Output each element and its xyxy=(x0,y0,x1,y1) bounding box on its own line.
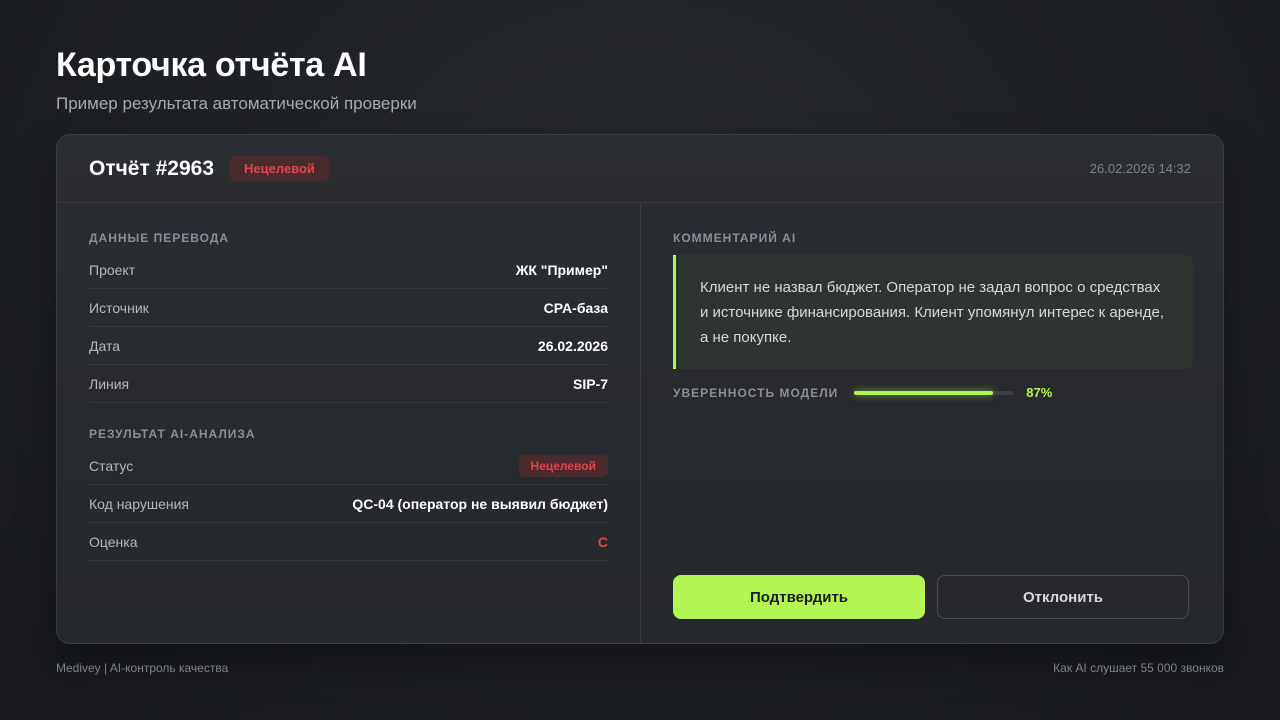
transfer-section-label: Данные перевода xyxy=(89,231,230,245)
table-row: Проект ЖК "Пример" xyxy=(89,251,608,289)
row-value-grade: C xyxy=(597,533,608,550)
table-row: Статус Нецелевой xyxy=(89,447,608,485)
comment-text: Клиент не назвал бюджет. Оператор не зад… xyxy=(700,279,1164,346)
row-value-violation: QC-04 (оператор не выявил бюджет) xyxy=(352,495,608,512)
footer-brand: Medivey | AI-контроль качества xyxy=(56,661,229,675)
row-label-violation: Код нарушения xyxy=(89,495,189,512)
action-buttons: Подтвердить Отклонить xyxy=(673,575,1189,619)
table-row: Источник CPA-база xyxy=(89,289,608,327)
row-value-project: ЖК "Пример" xyxy=(515,261,608,278)
confidence-value: 87% xyxy=(1026,385,1053,400)
analysis-list: Статус Нецелевой Код нарушения QC-04 (оп… xyxy=(89,447,608,561)
row-label-date: Дата xyxy=(89,337,121,354)
row-label-source: Источник xyxy=(89,299,149,316)
row-value-source: CPA-база xyxy=(543,299,608,316)
confidence-row: УВЕРЕННОСТЬ МОДЕЛИ 87% xyxy=(673,385,1193,400)
table-row: Линия SIP-7 xyxy=(89,365,608,403)
row-value-date: 26.02.2026 xyxy=(537,337,608,354)
report-title: Отчёт #2963 xyxy=(89,156,215,180)
row-label-status: Статус xyxy=(89,457,134,474)
table-row: Код нарушения QC-04 (оператор не выявил … xyxy=(89,485,608,523)
card-header: Отчёт #2963 Нецелевой 26.02.2026 14:32 xyxy=(57,135,1223,203)
table-row: Дата 26.02.2026 xyxy=(89,327,608,365)
table-row: Оценка C xyxy=(89,523,608,561)
confidence-bar xyxy=(854,390,1015,395)
report-card: Отчёт #2963 Нецелевой 26.02.2026 14:32 Д… xyxy=(56,134,1224,644)
footer-tagline: Как AI слушает 55 000 звонков xyxy=(1053,661,1224,675)
details-column: Данные перевода Проект ЖК "Пример" Источ… xyxy=(57,203,641,643)
row-label-project: Проект xyxy=(89,261,136,278)
page-title: Карточка отчёта AI xyxy=(56,46,367,84)
analysis-section-label: Результат AI-анализа xyxy=(89,427,256,441)
comment-box: Клиент не назвал бюджет. Оператор не зад… xyxy=(673,255,1193,369)
page-subtitle: Пример результата автоматической проверк… xyxy=(56,94,417,113)
status-badge: Нецелевой xyxy=(230,156,329,181)
analysis-status-badge: Нецелевой xyxy=(518,454,608,477)
transfer-list: Проект ЖК "Пример" Источник CPA-база Дат… xyxy=(89,251,608,403)
row-label-grade: Оценка xyxy=(89,533,138,550)
confidence-bar-fill xyxy=(854,390,994,395)
confirm-button[interactable]: Подтвердить xyxy=(673,575,925,619)
reject-button[interactable]: Отклонить xyxy=(937,575,1189,619)
row-value-line: SIP-7 xyxy=(572,375,608,392)
report-timestamp: 26.02.2026 14:32 xyxy=(1089,161,1191,176)
comment-column: Комментарий AI Клиент не назвал бюджет. … xyxy=(641,203,1223,643)
row-label-line: Линия xyxy=(89,375,130,392)
comment-section-label: Комментарий AI xyxy=(673,231,797,245)
confidence-label: УВЕРЕННОСТЬ МОДЕЛИ xyxy=(673,385,839,400)
